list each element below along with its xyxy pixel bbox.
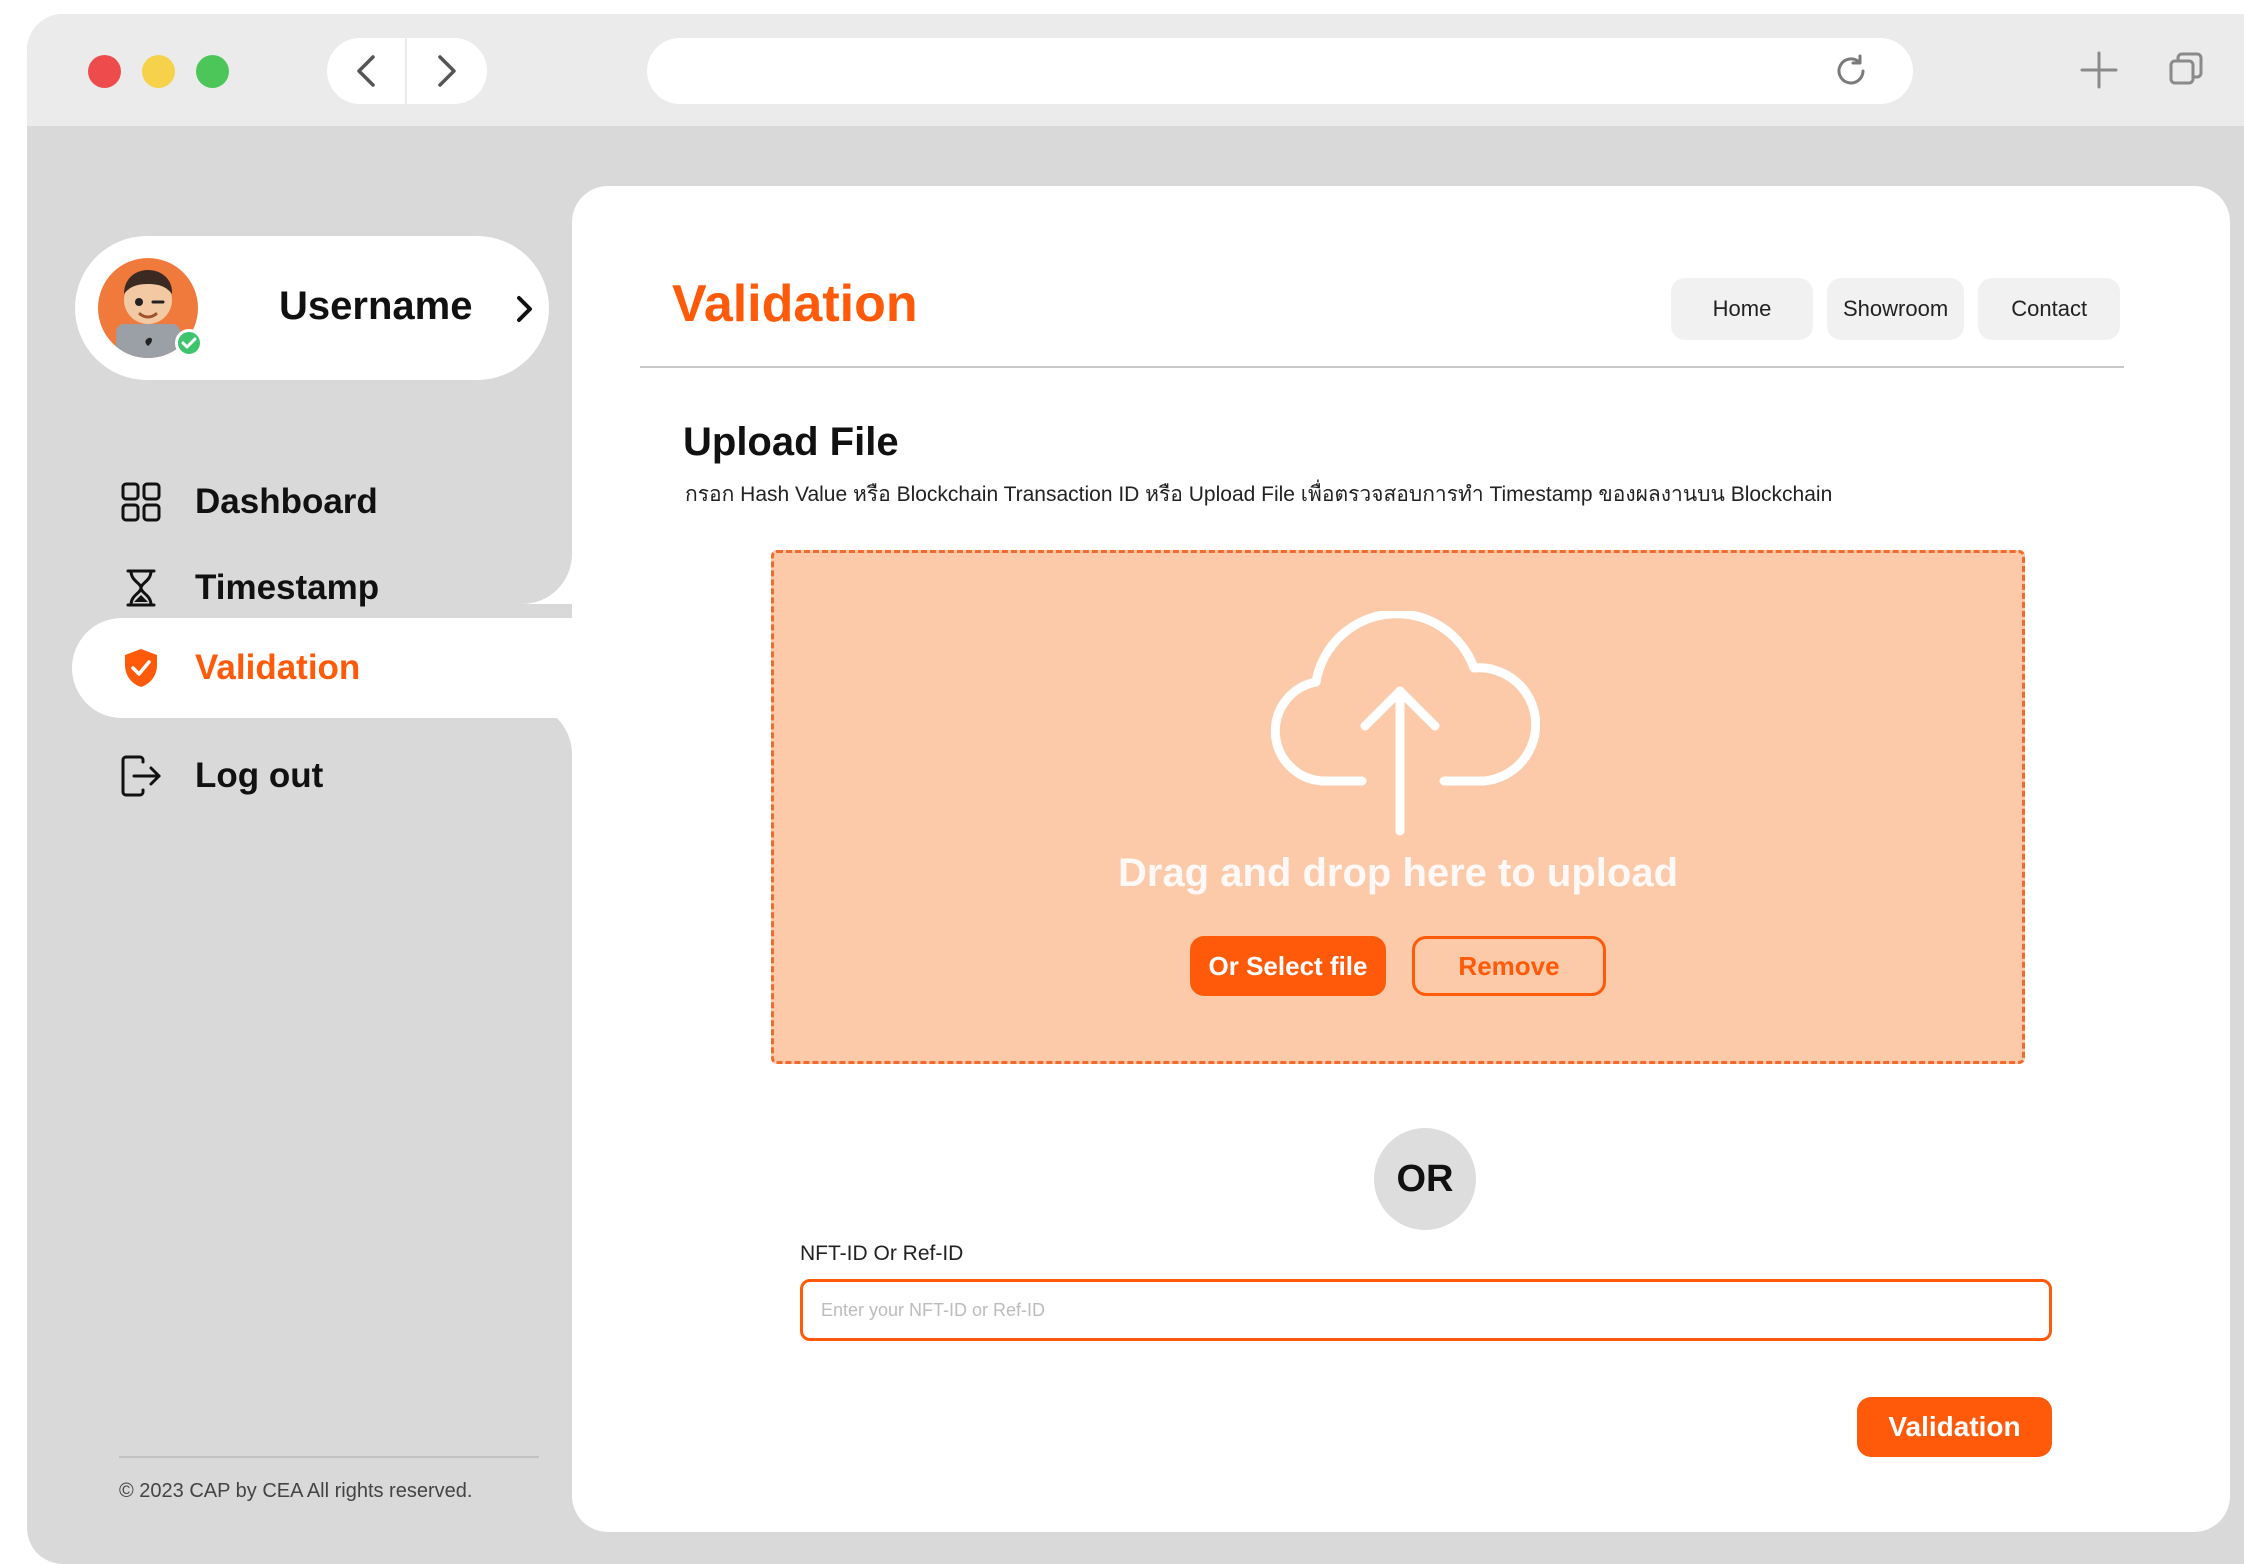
chevron-right-icon[interactable] [515, 294, 535, 324]
sidebar-item-logout[interactable]: Log out [27, 730, 572, 822]
validation-submit-button[interactable]: Validation [1857, 1397, 2052, 1457]
nav-contact-link[interactable]: Contact [1978, 278, 2121, 340]
nft-id-label: NFT-ID Or Ref-ID [800, 1242, 964, 1265]
header-divider [640, 366, 2124, 368]
user-profile-card[interactable]: Username [75, 236, 549, 380]
forward-button[interactable] [407, 38, 487, 104]
tabs-icon[interactable] [2167, 50, 2205, 88]
username: Username [279, 284, 473, 328]
browser-window: Username Dashboard Timestamp Validation [27, 14, 2244, 1564]
sidebar-item-label: Dashboard [195, 482, 378, 521]
sidebar-item-label: Validation [195, 648, 361, 687]
sidebar-divider [119, 1456, 539, 1458]
or-divider: OR [1374, 1128, 1476, 1230]
back-button[interactable] [327, 38, 407, 104]
minimize-window-button[interactable] [142, 55, 175, 88]
section-description: กรอก Hash Value หรือ Blockchain Transact… [685, 483, 1833, 506]
maximize-window-button[interactable] [196, 55, 229, 88]
logout-icon [121, 755, 161, 797]
grid-icon [121, 482, 161, 522]
shield-check-icon [125, 649, 157, 687]
remove-file-button[interactable]: Remove [1412, 936, 1606, 996]
address-bar[interactable] [647, 38, 1913, 104]
top-navigation: Home Showroom Contact [1671, 278, 2121, 340]
hourglass-icon [126, 569, 156, 607]
reload-icon[interactable] [1833, 53, 1869, 89]
history-nav [327, 38, 487, 104]
sidebar-item-label: Log out [195, 756, 324, 795]
page-title: Validation [672, 275, 918, 333]
copyright-text: © 2023 CAP by CEA All rights reserved. [119, 1480, 473, 1502]
chevron-right-icon [438, 55, 456, 87]
check-icon [181, 337, 197, 349]
online-status-badge [175, 329, 203, 357]
sidebar-item-label: Timestamp [195, 568, 380, 607]
chevron-left-icon [357, 55, 375, 87]
nft-id-input[interactable] [800, 1279, 2052, 1341]
nav-showroom-link[interactable]: Showroom [1827, 278, 1965, 340]
main-panel: Validation Home Showroom Contact Upload … [572, 186, 2230, 1532]
sidebar-item-dashboard[interactable]: Dashboard [27, 456, 572, 548]
cloud-upload-icon [1270, 611, 1540, 836]
close-window-button[interactable] [88, 55, 121, 88]
browser-toolbar [27, 14, 2244, 126]
section-title: Upload File [683, 420, 899, 464]
file-dropzone[interactable]: Drag and drop here to upload Or Select f… [771, 550, 2025, 1064]
sidebar-item-validation[interactable]: Validation [72, 618, 572, 718]
plus-icon[interactable] [2079, 50, 2119, 90]
nav-home-link[interactable]: Home [1671, 278, 1813, 340]
dropzone-instruction: Drag and drop here to upload [1117, 851, 1679, 895]
select-file-button[interactable]: Or Select file [1190, 936, 1386, 996]
